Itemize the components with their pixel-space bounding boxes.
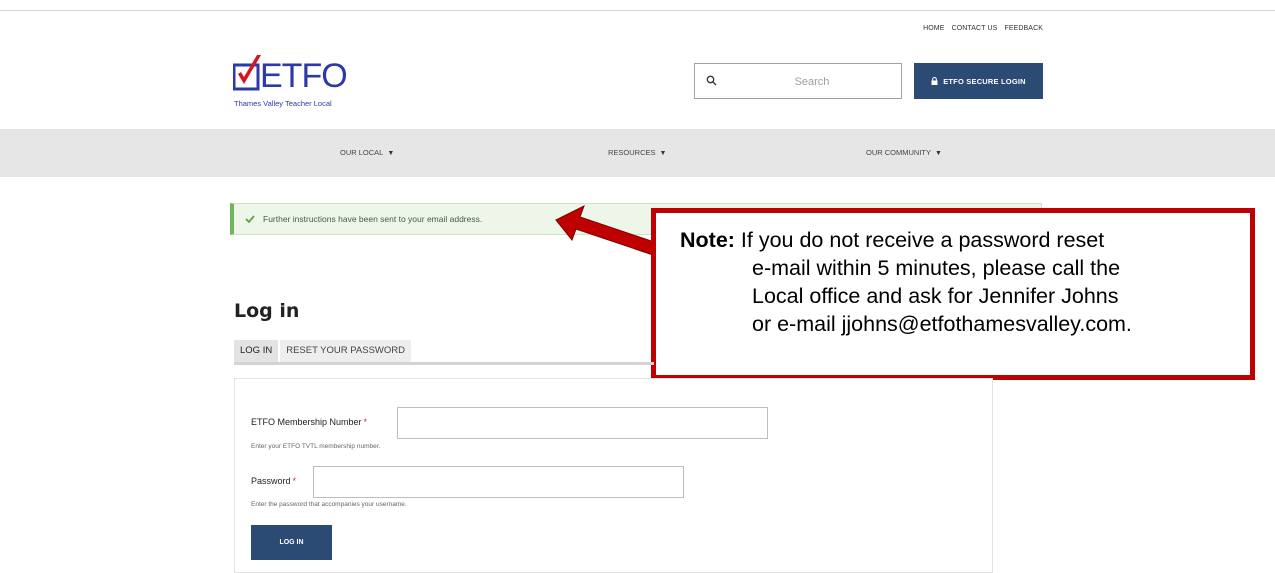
tab-reset-password[interactable]: RESET YOUR PASSWORD (280, 340, 411, 362)
utility-link-feedback[interactable]: FEEDBACK (1004, 25, 1043, 32)
login-tabs: LOG IN RESET YOUR PASSWORD (234, 340, 411, 362)
note-line-3: Local office and ask for Jennifer Johns (752, 284, 1119, 308)
logo-subtitle: Thames Valley Teacher Local (234, 99, 332, 108)
top-divider (0, 10, 1275, 11)
checkmark-icon (245, 215, 255, 223)
search-input[interactable] (725, 64, 899, 100)
nav-label: OUR LOCAL (340, 148, 384, 157)
required-marker: * (292, 476, 297, 486)
page-title: Log in (234, 300, 300, 322)
main-nav: OUR LOCAL ▼ RESOURCES ▼ OUR COMMUNITY ▼ (0, 129, 1275, 177)
note-line-1: If you do not receive a password reset (740, 228, 1105, 252)
secure-login-label: ETFO SECURE LOGIN (943, 76, 1026, 86)
note-line-2: e-mail within 5 minutes, please call the (752, 256, 1121, 280)
checkbox-logo-icon (233, 55, 261, 91)
search-icon (706, 75, 717, 86)
utility-link-home[interactable]: HOME (923, 25, 944, 32)
password-help: Enter the password that accompanies your… (251, 501, 407, 508)
red-arrow-annotation (555, 204, 661, 257)
membership-label: ETFO Membership Number * (251, 417, 367, 427)
nav-label: RESOURCES (608, 148, 656, 157)
nav-item-our-local[interactable]: OUR LOCAL ▼ (340, 148, 394, 157)
login-form: ETFO Membership Number * Enter your ETFO … (234, 378, 993, 573)
caret-down-icon: ▼ (659, 150, 667, 157)
nav-item-our-community[interactable]: OUR COMMUNITY ▼ (866, 148, 942, 157)
note-line-4: or e-mail jjohns@etfothamesvalley.com. (752, 312, 1132, 336)
note-label: Note: (680, 228, 735, 252)
nav-label: OUR COMMUNITY (866, 148, 931, 157)
status-message-text: Further instructions have been sent to y… (263, 214, 483, 224)
logo-wordmark: ETFO (260, 57, 348, 95)
site-logo[interactable]: ETFO Thames Valley Teacher Local (233, 53, 363, 109)
tab-log-in[interactable]: LOG IN (234, 340, 279, 362)
secure-login-button[interactable]: ETFO SECURE LOGIN (914, 63, 1043, 99)
utility-nav: HOME CONTACT US FEEDBACK (918, 25, 1043, 32)
password-input[interactable] (313, 466, 684, 498)
utility-link-contact-us[interactable]: CONTACT US (952, 25, 998, 32)
search-box[interactable] (694, 63, 902, 100)
tabs-divider (234, 362, 654, 365)
log-in-button[interactable]: LOG IN (251, 525, 332, 560)
note-callout: Note: If you do not receive a password r… (651, 208, 1255, 380)
membership-number-input[interactable] (397, 407, 768, 439)
caret-down-icon: ▼ (387, 150, 395, 157)
password-label: Password * (251, 476, 296, 486)
nav-item-resources[interactable]: RESOURCES ▼ (608, 148, 666, 157)
lock-icon (931, 77, 938, 85)
password-label-text: Password (251, 476, 291, 486)
membership-label-text: ETFO Membership Number (251, 417, 362, 427)
membership-help: Enter your ETFO TVTL membership number. (251, 443, 381, 450)
required-marker: * (363, 417, 368, 427)
caret-down-icon: ▼ (935, 150, 942, 157)
